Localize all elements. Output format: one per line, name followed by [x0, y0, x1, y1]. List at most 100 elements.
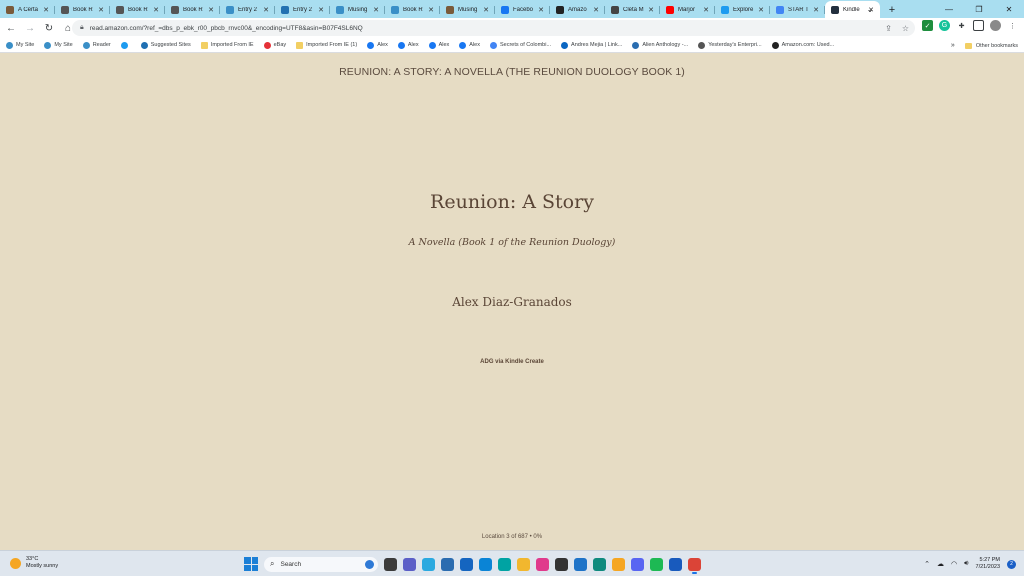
calendar-icon[interactable]	[460, 557, 473, 571]
browser-tab[interactable]: Amazo ✕	[550, 2, 605, 18]
book-author: Alex Diaz-Granados	[452, 295, 572, 309]
browser-tab[interactable]: Book R ✕	[165, 2, 220, 18]
close-tab-icon[interactable]: ✕	[703, 6, 709, 14]
forward-icon[interactable]: →	[22, 20, 38, 36]
url-text[interactable]: read.amazon.com/?ref_=dbs_p_ebk_r00_pbcb…	[90, 25, 363, 32]
bookmark-item[interactable]: Alex	[459, 41, 480, 49]
more-bookmarks-chevron[interactable]: »	[951, 42, 955, 49]
address-bar[interactable]: 🔒︎ read.amazon.com/?ref_=dbs_p_ebk_r00_p…	[72, 20, 915, 36]
volume-icon[interactable]: 🔊︎	[964, 560, 968, 568]
chrome-icon[interactable]	[688, 557, 701, 574]
bookmark-item[interactable]: Reader	[82, 41, 111, 49]
bookmark-item[interactable]: My Site	[6, 41, 35, 49]
teams-icon[interactable]	[403, 557, 416, 571]
close-tab-icon[interactable]: ✕	[318, 6, 324, 14]
close-tab-icon[interactable]: ✕	[648, 6, 654, 14]
bookmark-item[interactable]	[120, 41, 131, 49]
browser-tab[interactable]: Entry 2 ✕	[275, 2, 330, 18]
close-tab-icon[interactable]: ✕	[373, 6, 379, 14]
clock[interactable]: 5:27 PM 7/21/2023	[976, 557, 1000, 571]
close-tab-icon[interactable]: ✕	[153, 6, 159, 14]
bookmark-label: My Site	[16, 42, 35, 48]
game-icon[interactable]	[555, 557, 568, 571]
weather-description: Mostly sunny	[26, 563, 59, 569]
browser-tab[interactable]: Explore ✕	[715, 2, 770, 18]
close-tab-icon[interactable]: ✕	[208, 6, 214, 14]
bookmark-item[interactable]: Imported From IE	[200, 41, 254, 49]
app-blue-icon[interactable]	[479, 557, 492, 571]
folder-icon[interactable]	[517, 557, 530, 571]
bookmark-item[interactable]: Suggested Sites	[140, 41, 191, 49]
bookmark-item[interactable]: eBay	[263, 41, 286, 49]
store-icon[interactable]	[441, 557, 454, 571]
bookmark-item[interactable]: Secrets of Colombi...	[490, 41, 551, 49]
chrome-canary-icon[interactable]	[612, 557, 625, 571]
browser-tab[interactable]: Cleta M ✕	[605, 2, 660, 18]
wifi-icon[interactable]: ◠	[951, 560, 957, 568]
photos-icon[interactable]	[536, 557, 549, 571]
close-tab-icon[interactable]: ✕	[758, 6, 764, 14]
browser-tab[interactable]: Facebo ✕	[495, 2, 550, 18]
notification-badge[interactable]: 2	[1007, 559, 1016, 569]
bookmark-item[interactable]: Alex	[428, 41, 449, 49]
close-tab-icon[interactable]: ✕	[483, 6, 489, 14]
close-tab-icon[interactable]: ✕	[813, 6, 819, 14]
cloud-icon[interactable]: ☁	[937, 560, 944, 568]
browser-tab[interactable]: STAR T ✕	[770, 2, 825, 18]
back-icon[interactable]: ←	[3, 20, 19, 36]
bookmark-item[interactable]: Andres Mejia | Link...	[561, 41, 622, 49]
close-tab-icon[interactable]: ✕	[98, 6, 104, 14]
weather-widget[interactable]: 33°C Mostly sunny	[10, 556, 58, 570]
start-button[interactable]	[244, 557, 258, 571]
discord-icon[interactable]	[631, 557, 644, 571]
edge-icon[interactable]	[593, 557, 606, 571]
k-app-icon[interactable]	[574, 557, 587, 571]
bing-icon[interactable]	[365, 559, 374, 569]
bookmark-star-icon[interactable]: ☆	[902, 24, 909, 33]
puzzle-icon[interactable]: ✚	[956, 20, 967, 31]
close-tab-icon[interactable]: ✕	[428, 6, 434, 14]
profile-avatar[interactable]	[990, 20, 1001, 31]
close-tab-icon[interactable]: ✕	[538, 6, 544, 14]
other-bookmarks[interactable]: Other bookmarks	[976, 43, 1018, 49]
bookmark-item[interactable]: My Site	[44, 41, 73, 49]
grammarly-icon[interactable]: G	[939, 20, 950, 31]
file-explorer-icon[interactable]	[384, 557, 397, 571]
lock-icon[interactable]: 🔒︎	[80, 24, 84, 32]
bookmark-item[interactable]: Alex	[397, 41, 419, 49]
tab-search-icon[interactable]: ⌄	[860, 0, 880, 18]
tab-title: Entry 2	[238, 7, 258, 13]
show-hidden-icons-chevron[interactable]: ⌃	[924, 560, 930, 568]
browser-tab[interactable]: Entry 2 ✕	[220, 2, 275, 18]
close-tab-icon[interactable]: ✕	[263, 6, 269, 14]
bookmark-item[interactable]: Yesterday's Enterpri...	[698, 41, 762, 49]
reload-icon[interactable]: ↻	[41, 20, 57, 36]
browser-tab[interactable]: A Certa ✕	[0, 2, 55, 18]
browser-tab[interactable]: Book R ✕	[110, 2, 165, 18]
tv-icon[interactable]	[498, 557, 511, 571]
bookmark-item[interactable]: Alien Anthology -...	[632, 41, 688, 49]
word-icon[interactable]	[669, 557, 682, 571]
bookmark-item[interactable]: Alex	[367, 41, 388, 49]
restore-icon[interactable]: ❐	[964, 0, 994, 18]
minimize-icon[interactable]: —	[934, 0, 964, 18]
window-controls: ⌄ — ❐ ✕	[860, 0, 1024, 18]
browser-tab[interactable]: Musing ✕	[440, 2, 495, 18]
browser-tab[interactable]: Book R ✕	[385, 2, 440, 18]
browser-tab[interactable]: Marjor ✕	[660, 2, 715, 18]
bookmark-item[interactable]: Imported From IE (1)	[296, 41, 357, 49]
menu-icon[interactable]: ⋮	[1007, 20, 1018, 31]
browser-tab[interactable]: Book R ✕	[55, 2, 110, 18]
browser-tab[interactable]: Musing ✕	[330, 2, 385, 18]
close-tab-icon[interactable]: ✕	[593, 6, 599, 14]
l-app-icon[interactable]	[422, 557, 435, 571]
bookmark-item[interactable]: Amazon.com: Used...	[771, 41, 834, 49]
checkmark-extension-icon[interactable]: ✓	[922, 20, 933, 31]
close-tab-icon[interactable]: ✕	[43, 6, 49, 14]
close-window-icon[interactable]: ✕	[994, 0, 1024, 18]
share-icon[interactable]: ⇪	[885, 24, 892, 33]
sidebar-icon[interactable]	[973, 20, 984, 31]
taskbar-search[interactable]: ⌕ Search	[264, 556, 378, 572]
spotify-icon[interactable]	[650, 557, 663, 571]
system-tray: ⌃ ☁ ◠ 🔊︎ 5:27 PM 7/21/2023 2	[924, 555, 1016, 573]
